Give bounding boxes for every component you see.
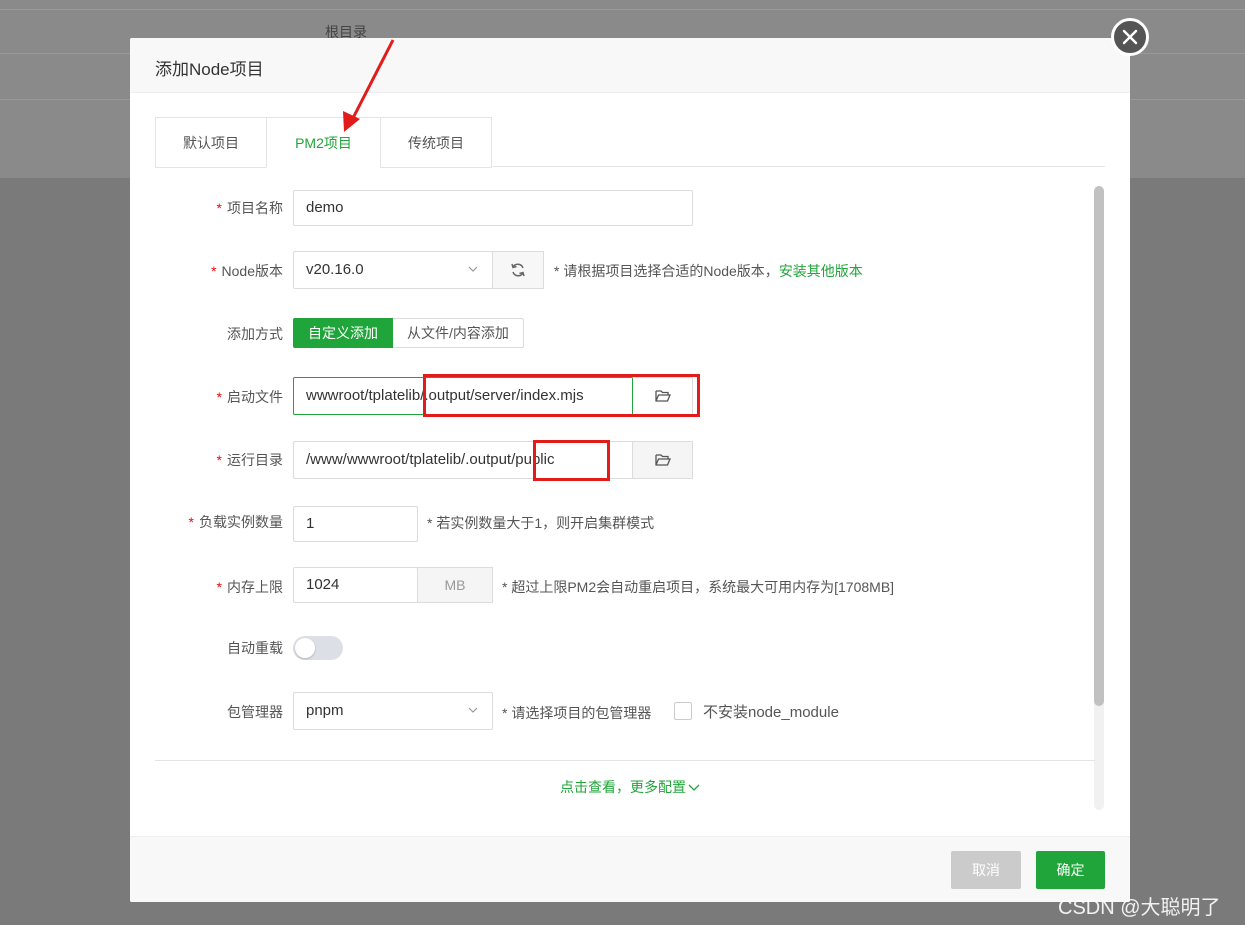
add-node-project-dialog: 添加Node项目 默认项目 PM2项目 传统项目 * 项目名称 demo * Nod… [130, 38, 1130, 902]
folder-open-icon [654, 454, 671, 466]
install-other-version-link[interactable]: 安装其他版本 [779, 263, 863, 279]
chevron-down-icon [688, 784, 700, 791]
browse-run-dir-button[interactable] [632, 441, 693, 479]
dialog-footer: 取消 确定 [130, 836, 1130, 902]
run-dir-row: * 运行目录 /www/wwwroot/tplatelib/.output/pub… [155, 441, 1095, 479]
package-manager-row: 包管理器 pnpm * 请选择项目的包管理器 不安装node_module [155, 692, 1095, 730]
project-form: * 项目名称 demo * Node版本 v20.16.0 * 请根据项目选择合适的… [155, 188, 1105, 813]
instances-row: * 负载实例数量 1 * 若实例数量大于1，则开启集群模式 [155, 506, 1095, 544]
close-icon [1122, 29, 1138, 45]
dialog-header: 添加Node项目 [130, 38, 1130, 93]
auto-reload-label: 自动重载 [227, 640, 283, 656]
tab-label: 传统项目 [408, 134, 464, 151]
start-file-label: * 启动文件 [216, 389, 283, 405]
form-divider [155, 760, 1095, 761]
instances-hint: * 若实例数量大于1，则开启集群模式 [427, 515, 655, 531]
confirm-button[interactable]: 确定 [1036, 851, 1105, 889]
watermark: CSDN @大聪明了 [1058, 897, 1221, 919]
add-method-label: 添加方式 [227, 326, 283, 342]
custom-add-button[interactable]: 自定义添加 [293, 318, 393, 348]
instances-label: * 负载实例数量 [188, 514, 283, 530]
project-name-input[interactable]: demo [293, 190, 693, 226]
add-method-row: 添加方式 自定义添加 从文件/内容添加 [155, 318, 1095, 356]
project-name-row: * 项目名称 demo [155, 190, 1095, 228]
chevron-down-icon [468, 707, 478, 713]
node-version-hint: * 请根据项目选择合适的Node版本，安装其他版本 [554, 263, 863, 279]
annotation-highlight-run-dir [533, 440, 610, 481]
node-version-row: * Node版本 v20.16.0 * 请根据项目选择合适的Node版本，安装其他… [155, 251, 1095, 289]
dialog-title: 添加Node项目 [155, 60, 264, 79]
memory-unit: MB [417, 567, 493, 603]
memory-label: * 内存上限 [216, 579, 283, 595]
toggle-knob [295, 638, 315, 658]
package-manager-label: 包管理器 [227, 704, 283, 720]
project-name-label: * 项目名称 [216, 200, 283, 216]
node-version-select[interactable]: v20.16.0 [293, 251, 493, 289]
package-manager-value: pnpm [306, 702, 344, 719]
package-manager-select[interactable]: pnpm [293, 692, 493, 730]
chevron-down-icon [468, 266, 478, 272]
refresh-icon [511, 263, 525, 277]
node-version-value: v20.16.0 [306, 261, 364, 278]
run-dir-label: * 运行目录 [216, 452, 283, 468]
more-config-link[interactable]: 点击查看，更多配置 [130, 777, 1130, 797]
close-dialog-button[interactable] [1111, 18, 1149, 56]
auto-reload-toggle[interactable] [293, 636, 343, 660]
instances-input[interactable]: 1 [293, 506, 418, 542]
cancel-button[interactable]: 取消 [951, 851, 1021, 889]
annotation-highlight-start-file [423, 374, 700, 417]
add-method-group: 自定义添加 从文件/内容添加 [293, 318, 524, 348]
memory-input[interactable]: 1024 [293, 567, 418, 603]
project-type-tabs: 默认项目 PM2项目 传统项目 [155, 117, 1105, 168]
tab-label: PM2项目 [295, 134, 352, 151]
more-config-label: 点击查看，更多配置 [560, 779, 686, 795]
tab-default-project[interactable]: 默认项目 [155, 117, 267, 168]
refresh-version-button[interactable] [492, 251, 544, 289]
node-version-label: * Node版本 [211, 263, 283, 279]
background-row [0, 0, 1245, 10]
skip-node-modules-label: 不安装node_module [703, 704, 839, 721]
skip-node-modules-checkbox[interactable] [674, 702, 692, 720]
memory-hint: * 超过上限PM2会自动重启项目，系统最大可用内存为[1708MB] [502, 579, 895, 595]
auto-reload-row: 自动重载 [155, 628, 1095, 666]
tab-pm2-project[interactable]: PM2项目 [266, 117, 381, 168]
tab-label: 默认项目 [183, 134, 239, 151]
memory-row: * 内存上限 1024 MB * 超过上限PM2会自动重启项目，系统最大可用内存为… [155, 567, 1095, 605]
package-manager-hint: * 请选择项目的包管理器 [502, 705, 652, 721]
tab-traditional-project[interactable]: 传统项目 [380, 117, 492, 168]
add-from-file-button[interactable]: 从文件/内容添加 [393, 318, 524, 348]
